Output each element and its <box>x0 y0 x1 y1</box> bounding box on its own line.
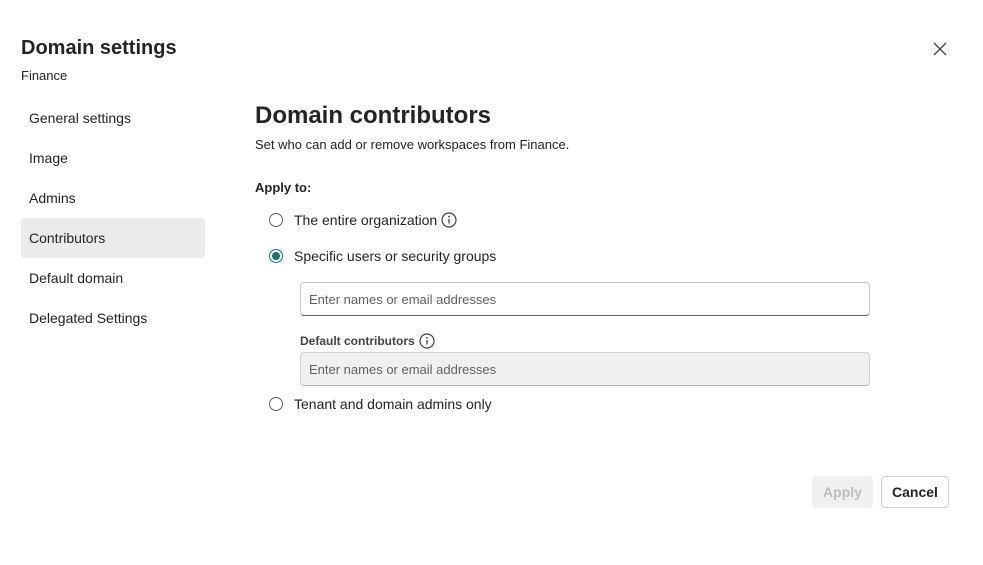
apply-to-label: Apply to: <box>255 180 312 195</box>
dialog-title: Domain settings <box>21 37 177 59</box>
default-contributors-label: Default contributors <box>300 333 435 349</box>
radio-button[interactable] <box>269 397 283 411</box>
info-icon[interactable] <box>441 212 457 228</box>
option-label: Specific users or security groups <box>294 248 497 264</box>
nav-item-contributors[interactable]: Contributors <box>21 218 205 258</box>
nav-item-default-domain[interactable]: Default domain <box>21 258 205 298</box>
nav-item-label: General settings <box>29 110 131 126</box>
nav-item-label: Admins <box>29 190 76 206</box>
dialog-subtitle: Finance <box>21 68 68 83</box>
section-heading: Domain contributors <box>255 102 492 129</box>
nav-item-delegated-settings[interactable]: Delegated Settings <box>21 298 205 338</box>
close-icon <box>933 42 947 56</box>
users-search-input[interactable] <box>300 282 870 316</box>
nav-item-label: Image <box>29 150 68 166</box>
nav-item-label: Default domain <box>29 270 124 286</box>
close-button[interactable] <box>928 37 952 61</box>
radio-button[interactable] <box>269 213 283 227</box>
domain-settings-dialog: Domain settings Finance General settings… <box>0 0 983 565</box>
default-contributors-input <box>300 352 870 386</box>
radio-button[interactable] <box>269 249 283 263</box>
option-entire-organization[interactable]: The entire organization <box>269 212 457 228</box>
apply-button[interactable]: Apply <box>812 476 873 508</box>
option-label: The entire organization <box>294 212 438 228</box>
main-content: Domain contributors Set who can add or r… <box>255 100 955 153</box>
nav-item-label: Delegated Settings <box>29 310 148 326</box>
nav-item-general-settings[interactable]: General settings <box>21 98 205 138</box>
nav-item-label: Contributors <box>29 230 106 246</box>
nav-item-admins[interactable]: Admins <box>21 178 205 218</box>
option-specific-users[interactable]: Specific users or security groups <box>269 248 496 264</box>
option-label: Tenant and domain admins only <box>294 396 492 412</box>
default-contributors-label-text: Default contributors <box>300 334 415 348</box>
info-icon[interactable] <box>419 333 435 349</box>
settings-nav: General settings Image Admins Contributo… <box>21 98 205 338</box>
option-tenant-domain-admins[interactable]: Tenant and domain admins only <box>269 396 492 412</box>
cancel-button[interactable]: Cancel <box>881 476 949 508</box>
nav-item-image[interactable]: Image <box>21 138 205 178</box>
section-description: Set who can add or remove workspaces fro… <box>255 137 570 152</box>
